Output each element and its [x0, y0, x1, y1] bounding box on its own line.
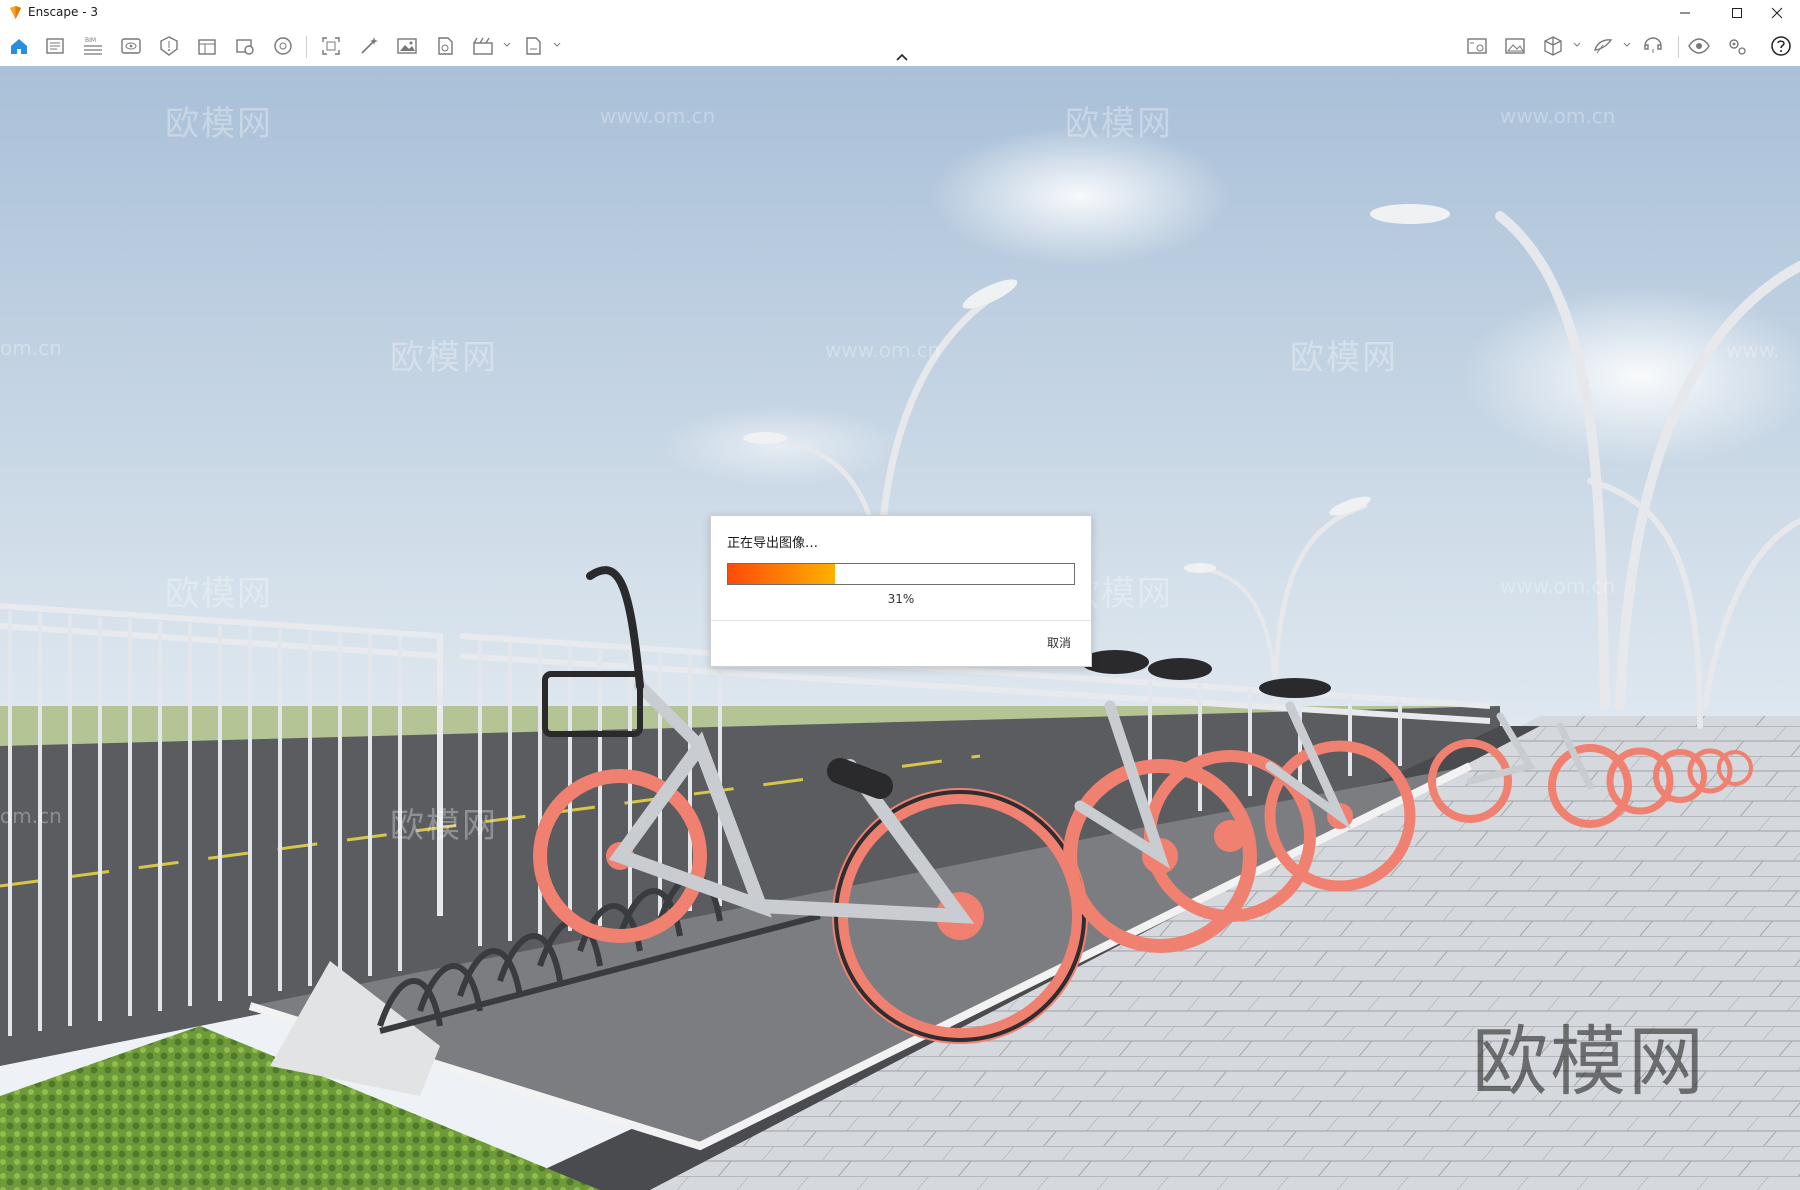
vr-headset-icon	[1594, 39, 1613, 54]
video-editor-icon	[473, 37, 493, 55]
help-button[interactable]	[1768, 33, 1794, 59]
watermark-url: www.	[1726, 338, 1780, 362]
render-gallery-button[interactable]	[1502, 33, 1528, 59]
view-management-button[interactable]	[118, 33, 144, 59]
chevron-down-icon	[553, 42, 561, 47]
watermark-brand: 欧模网	[1065, 104, 1173, 144]
batch-render-icon	[361, 37, 378, 54]
render-gallery-icon	[1505, 38, 1525, 54]
dialog-divider	[711, 620, 1091, 621]
general-settings-icon	[1729, 39, 1746, 55]
batch-render-button[interactable]	[356, 33, 382, 59]
file-export-button[interactable]	[520, 33, 546, 59]
sky-atmosphere-button[interactable]	[232, 33, 258, 59]
capture-image-icon	[1467, 38, 1487, 54]
title-bar: Enscape - 3	[0, 0, 1800, 26]
progress-bar	[727, 563, 1075, 585]
file-export-dropdown[interactable]	[552, 38, 562, 52]
watermark-brand: 欧模网	[390, 806, 498, 846]
enscape-logo-icon	[9, 5, 22, 20]
panorama-icon	[438, 37, 453, 55]
screenshot-button[interactable]	[318, 33, 344, 59]
watermark-url: www.om.cn	[1500, 104, 1616, 128]
window-title: Enscape - 3	[28, 5, 98, 19]
toolbar-separator	[1678, 36, 1679, 58]
progress-percent: 31%	[887, 592, 915, 606]
cube-view-icon	[1544, 36, 1562, 56]
visual-settings-eye-button[interactable]	[1686, 33, 1712, 59]
toolbar-collapse-toggle[interactable]	[892, 50, 912, 64]
svg-text:BIM: BIM	[85, 37, 96, 44]
maximize-icon	[1732, 8, 1742, 18]
asset-library-icon	[160, 36, 178, 56]
watermark-brand: 欧模网	[165, 574, 273, 614]
watermark-url: om.cn	[0, 804, 62, 828]
close-button[interactable]	[1754, 0, 1800, 26]
vr-headset-dropdown[interactable]	[1622, 38, 1632, 52]
chevron-down-icon	[1573, 42, 1581, 47]
watermark-brand: 欧模网	[1290, 338, 1398, 378]
asset-library-button[interactable]	[156, 33, 182, 59]
capture-image-button[interactable]	[1464, 33, 1490, 59]
cube-view-dropdown[interactable]	[1572, 38, 1582, 52]
chevron-down-icon	[503, 42, 511, 47]
watermark-url: www.om.cn	[1500, 574, 1616, 598]
watermark-url: www.om.cn	[825, 338, 941, 362]
material-editor-button[interactable]	[194, 33, 220, 59]
file-export-icon	[526, 37, 541, 55]
bim-icon: BIM	[84, 37, 102, 55]
watermark-brand: 欧模网	[390, 338, 498, 378]
watermark-brand-large: 欧模网	[1472, 1017, 1706, 1106]
close-icon	[1771, 7, 1783, 19]
watermark-brand: 欧模网	[165, 104, 273, 144]
export-views-icon	[46, 38, 64, 54]
watermark-url: om.cn	[0, 336, 62, 360]
video-editor-button[interactable]	[470, 33, 496, 59]
cube-view-button[interactable]	[1540, 33, 1566, 59]
image-export-icon	[397, 38, 417, 54]
chevron-down-icon	[1623, 42, 1631, 47]
feedback-button[interactable]	[1640, 33, 1666, 59]
watermark-url: www.om.cn	[600, 104, 716, 128]
vr-headset-button[interactable]	[1590, 33, 1616, 59]
general-settings-button[interactable]	[1724, 33, 1750, 59]
chevron-up-icon	[896, 53, 908, 61]
export-progress-dialog: 正在导出图像… 31% 取消	[710, 515, 1092, 667]
export-views-button[interactable]	[42, 33, 68, 59]
bim-button[interactable]: BIM	[80, 33, 106, 59]
video-editor-dropdown[interactable]	[502, 38, 512, 52]
minimize-button[interactable]	[1662, 0, 1708, 26]
home-button[interactable]	[6, 33, 32, 59]
visual-settings-eye-icon	[1688, 38, 1710, 54]
toolbar-separator	[306, 36, 307, 58]
home-icon	[11, 39, 27, 54]
progress-bar-fill	[728, 564, 836, 584]
panorama-button[interactable]	[432, 33, 458, 59]
view-management-icon	[121, 38, 141, 54]
visual-settings-button[interactable]	[270, 33, 296, 59]
visual-settings-icon	[274, 37, 292, 55]
material-editor-icon	[198, 39, 216, 55]
feedback-icon	[1644, 37, 1662, 53]
dialog-title: 正在导出图像…	[727, 536, 819, 551]
cancel-button[interactable]: 取消	[1043, 632, 1075, 653]
screenshot-icon	[322, 37, 340, 55]
image-export-button[interactable]	[394, 33, 420, 59]
sky-atmosphere-icon	[236, 39, 254, 55]
minimize-icon	[1680, 12, 1690, 14]
help-icon	[1771, 36, 1791, 56]
